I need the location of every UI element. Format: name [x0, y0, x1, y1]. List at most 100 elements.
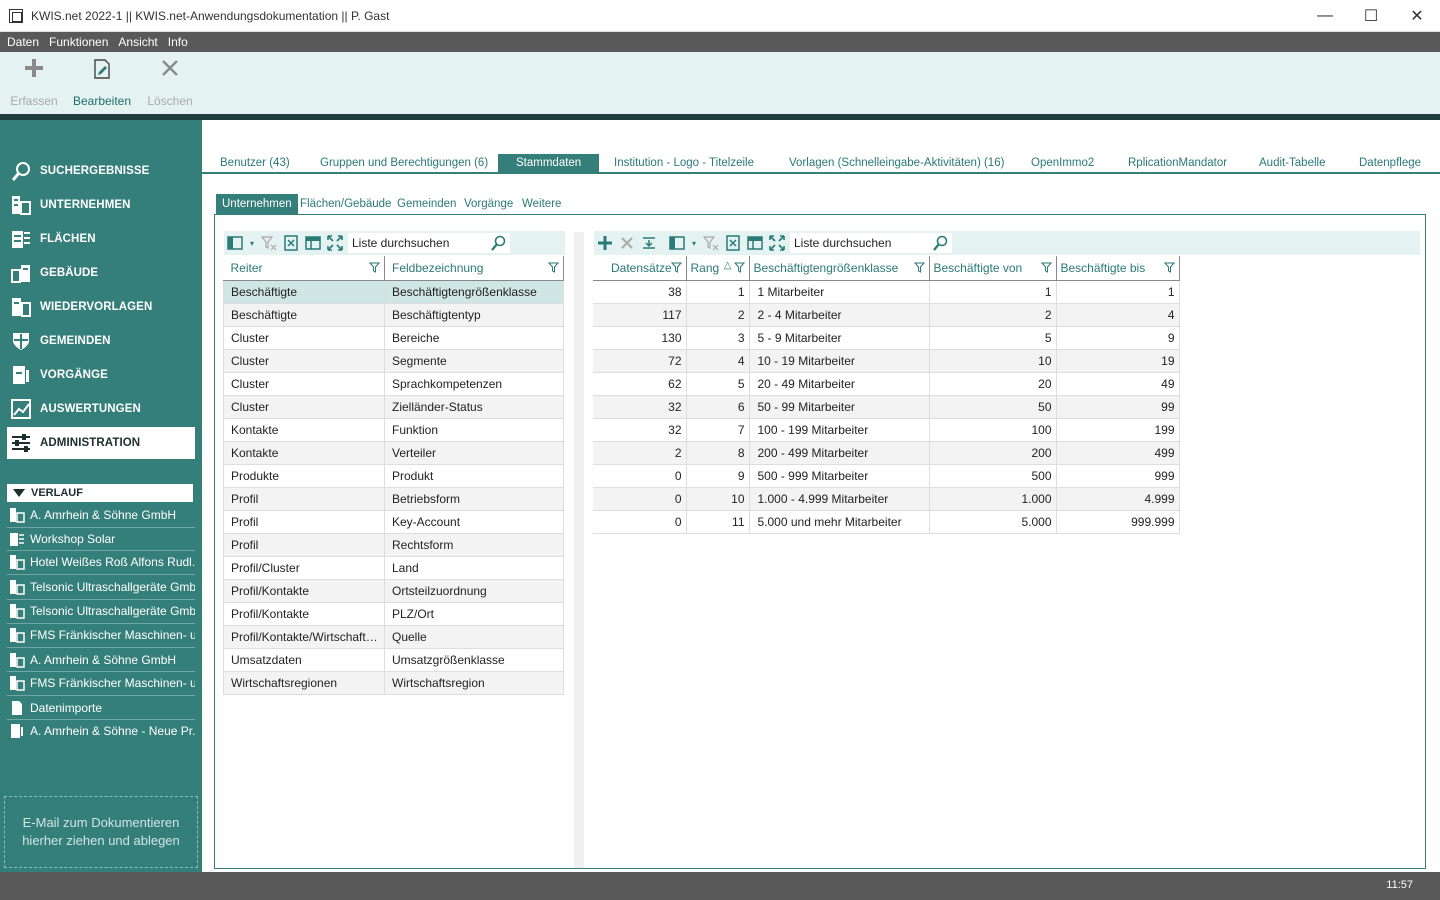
table-row[interactable]: 0 11 5.000 und mehr Mitarbeiter 5.000 999.99…: [593, 510, 1180, 534]
columns-icon[interactable]: [226, 234, 244, 252]
history-item[interactable]: Hotel Weißes Roß Alfons Rudl...: [7, 551, 195, 573]
tab-audit[interactable]: Audit-Tabelle: [1259, 154, 1325, 172]
table-row[interactable]: Wirtschaftsregionen Wirtschaftsregion: [223, 671, 564, 695]
maximize-button[interactable]: ☐: [1348, 0, 1394, 32]
menu-daten[interactable]: Daten: [7, 35, 39, 49]
table-row[interactable]: 2 8 200 - 499 Mitarbeiter 200 499: [593, 441, 1180, 465]
table-row[interactable]: Profil Betriebsform: [223, 487, 564, 511]
history-item[interactable]: Workshop Solar: [7, 528, 195, 550]
dropdown-arrow-icon[interactable]: ▾: [690, 234, 698, 252]
subtab-gemeinden[interactable]: Gemeinden: [397, 194, 456, 214]
column-header-groessenklasse[interactable]: Beschäftigtengrößenklasse: [749, 256, 930, 281]
table-row[interactable]: Cluster Segmente: [223, 349, 564, 373]
table-row[interactable]: Produkte Produkt: [223, 464, 564, 488]
history-item[interactable]: Datenimporte: [7, 697, 195, 719]
table-row[interactable]: 0 10 1.000 - 4.999 Mitarbeiter 1.000 4.999: [593, 487, 1180, 511]
add-icon[interactable]: [596, 234, 614, 252]
dropdown-arrow-icon[interactable]: ▾: [248, 234, 256, 252]
table-row[interactable]: 32 6 50 - 99 Mitarbeiter 50 99: [593, 395, 1180, 419]
table-row[interactable]: Profil/Kontakte Ortsteilzuordnung: [223, 579, 564, 603]
nav-unternehmen[interactable]: UNTERNEHMEN: [7, 189, 195, 221]
nav-suchergebnisse[interactable]: SUCHERGEBNISSE: [7, 155, 195, 187]
tab-gruppen[interactable]: Gruppen und Berechtigungen (6): [320, 154, 488, 172]
loeschen-button[interactable]: Löschen: [140, 52, 200, 114]
menu-ansicht[interactable]: Ansicht: [118, 35, 157, 49]
column-header-beschaeftigte-von[interactable]: Beschäftigte von: [929, 256, 1057, 281]
table-row[interactable]: 62 5 20 - 49 Mitarbeiter 20 49: [593, 372, 1180, 396]
minimize-button[interactable]: —: [1302, 0, 1348, 32]
table-row[interactable]: Beschäftigte Beschäftigtentyp: [223, 303, 564, 327]
table-row[interactable]: Cluster Sprachkompetenzen: [223, 372, 564, 396]
table-row[interactable]: Profil Rechtsform: [223, 533, 564, 557]
right-search-input[interactable]: Liste durchsuchen: [790, 233, 952, 253]
history-item[interactable]: Telsonic Ultraschallgeräte Gmb...: [7, 576, 195, 598]
history-item[interactable]: Telsonic Ultraschallgeräte Gmb...: [7, 600, 195, 622]
table-row[interactable]: Cluster Zielländer-Status: [223, 395, 564, 419]
menu-info[interactable]: Info: [168, 35, 188, 49]
subtab-unternehmen[interactable]: Unternehmen: [216, 194, 298, 214]
clear-filter-icon[interactable]: [702, 234, 720, 252]
table-row[interactable]: 38 1 1 Mitarbeiter 1 1: [593, 280, 1180, 304]
expand-icon[interactable]: [768, 234, 786, 252]
tab-openimmo[interactable]: OpenImmo2: [1031, 154, 1094, 172]
column-header-reiter[interactable]: Reiter: [223, 256, 385, 281]
tab-institution[interactable]: Institution - Logo - Titelzeile: [614, 154, 754, 172]
history-item[interactable]: A. Amrhein & Söhne GmbH: [7, 649, 195, 671]
subtab-vorgaenge[interactable]: Vorgänge: [464, 194, 513, 214]
verlauf-header[interactable]: VERLAUF: [7, 484, 193, 502]
tab-benutzer[interactable]: Benutzer (43): [220, 154, 290, 172]
nav-gebaeude[interactable]: GEBÄUDE: [7, 257, 195, 289]
panel-splitter[interactable]: [574, 232, 584, 868]
clear-filter-icon[interactable]: [260, 234, 278, 252]
subtab-weitere[interactable]: Weitere: [522, 194, 561, 214]
table-row[interactable]: Profil Key-Account: [223, 510, 564, 534]
table-row[interactable]: Profil/Kontakte/Wirtschaftsr... Quelle: [223, 625, 564, 649]
table-row[interactable]: 32 7 100 - 199 Mitarbeiter 100 199: [593, 418, 1180, 442]
table-row[interactable]: 130 3 5 - 9 Mitarbeiter 5 9: [593, 326, 1180, 350]
layout-icon[interactable]: [304, 234, 322, 252]
menu-funktionen[interactable]: Funktionen: [49, 35, 108, 49]
table-row[interactable]: Kontakte Funktion: [223, 418, 564, 442]
close-window-button[interactable]: ✕: [1394, 0, 1440, 32]
nav-vorgaenge[interactable]: VORGÄNGE: [7, 359, 195, 391]
layout-icon[interactable]: [746, 234, 764, 252]
expand-icon[interactable]: [326, 234, 344, 252]
tab-vorlagen[interactable]: Vorlagen (Schnelleingabe-Aktivitäten) (1…: [789, 154, 1004, 172]
columns-icon[interactable]: [668, 234, 686, 252]
sort-icon[interactable]: [640, 234, 658, 252]
history-item[interactable]: A. Amrhein & Söhne - Neue Pr...: [7, 720, 195, 742]
excel-export-icon[interactable]: [282, 234, 300, 252]
nav-auswertungen[interactable]: AUSWERTUNGEN: [7, 393, 195, 425]
column-header-feldbezeichnung[interactable]: Feldbezeichnung: [384, 256, 564, 281]
table-cell: Ortsteilzuordnung: [384, 579, 564, 603]
left-search-input[interactable]: Liste durchsuchen: [348, 233, 510, 253]
table-row[interactable]: 0 9 500 - 999 Mitarbeiter 500 999: [593, 464, 1180, 488]
subtab-flaechen[interactable]: Flächen/Gebäude: [300, 194, 391, 214]
table-row[interactable]: Umsatzdaten Umsatzgrößenklasse: [223, 648, 564, 672]
erfassen-button[interactable]: Erfassen: [4, 52, 64, 114]
history-item[interactable]: FMS Fränkischer Maschinen- u...: [7, 624, 195, 646]
column-header-rang[interactable]: Rang △: [686, 256, 750, 281]
nav-flaechen[interactable]: FLÄCHEN: [7, 223, 195, 255]
email-dropzone[interactable]: E-Mail zum Dokumentieren hierher ziehen …: [4, 796, 198, 868]
table-row[interactable]: Profil/Cluster Land: [223, 556, 564, 580]
nav-gemeinden[interactable]: GEMEINDEN: [7, 325, 195, 357]
table-row[interactable]: Profil/Kontakte PLZ/Ort: [223, 602, 564, 626]
table-row[interactable]: 117 2 2 - 4 Mitarbeiter 2 4: [593, 303, 1180, 327]
excel-export-icon[interactable]: [724, 234, 742, 252]
column-header-datensaetze[interactable]: Datensätze: [593, 256, 687, 281]
nav-wiedervorlagen[interactable]: WIEDERVORLAGEN: [7, 291, 195, 323]
column-header-beschaeftigte-bis[interactable]: Beschäftigte bis: [1056, 256, 1180, 281]
delete-icon[interactable]: [618, 234, 636, 252]
table-row[interactable]: Cluster Bereiche: [223, 326, 564, 350]
tab-replication[interactable]: RplicationMandator: [1128, 154, 1227, 172]
table-row[interactable]: 72 4 10 - 19 Mitarbeiter 10 19: [593, 349, 1180, 373]
table-row[interactable]: Beschäftigte Beschäftigtengrößenklasse: [223, 280, 564, 304]
tab-datenpflege[interactable]: Datenpflege: [1359, 154, 1421, 172]
history-item[interactable]: A. Amrhein & Söhne GmbH: [7, 504, 195, 526]
history-item[interactable]: FMS Fränkischer Maschinen- u...: [7, 672, 195, 694]
tab-stammdaten[interactable]: Stammdaten: [498, 154, 600, 172]
table-row[interactable]: Kontakte Verteiler: [223, 441, 564, 465]
bearbeiten-button[interactable]: Bearbeiten: [72, 52, 132, 114]
nav-administration[interactable]: ADMINISTRATION: [7, 427, 195, 459]
